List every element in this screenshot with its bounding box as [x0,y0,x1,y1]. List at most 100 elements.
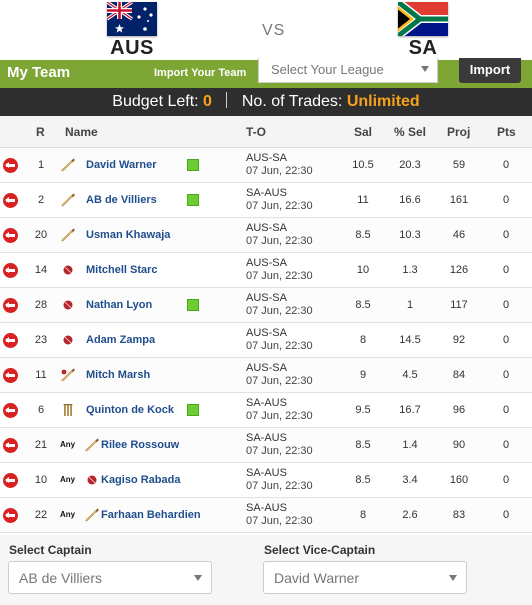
budget-left-label: Budget Left: [112,93,199,110]
player-salary: 8.5 [355,299,371,311]
team-opponent: SA-AUS 07 Jun, 22:30 [246,397,313,423]
match-time: 07 Jun, 22:30 [246,165,313,177]
remove-player-icon[interactable] [3,333,18,348]
budget-bar: Budget Left: 0 No. of Trades: Unlimited [0,88,532,116]
table-row[interactable]: 6 Quinton de Kock SA-AUS 07 Jun, 22:30 9.5 16… [0,393,532,428]
remove-player-icon[interactable] [3,228,18,243]
budget-left-value: 0 [203,93,212,110]
remove-player-icon[interactable] [3,158,18,173]
player-projected: 96 [452,404,466,416]
remove-player-icon[interactable] [3,508,18,523]
player-name-link[interactable]: Kagiso Rabada [101,474,180,486]
team-opponent: AUS-SA 07 Jun, 22:30 [246,362,313,388]
team-opponent: SA-AUS 07 Jun, 22:30 [246,467,313,493]
table-row[interactable]: 2 AB de Villiers SA-AUS 07 Jun, 22:30 11 16.6… [0,183,532,218]
player-name-link[interactable]: Mitch Marsh [86,369,150,381]
captain-select[interactable]: AB de Villiers [8,561,212,594]
vice-captain-label: Select Vice-Captain [264,543,376,557]
player-selected-percent: 16.6 [399,194,421,206]
match-time: 07 Jun, 22:30 [246,235,313,247]
player-selected-percent: 3.4 [402,474,418,486]
import-button[interactable]: Import [459,58,521,83]
any-slot-label: Any [60,475,76,484]
vice-captain-select[interactable]: David Warner [263,561,467,594]
table-row[interactable]: 22 Any Farhaan Behardien SA-AUS 07 Jun, 22:3… [0,498,532,533]
match-time: 07 Jun, 22:30 [246,410,313,422]
any-slot-label: Any [60,440,76,449]
player-points: 0 [502,439,510,451]
player-name-link[interactable]: Nathan Lyon [86,299,152,311]
player-salary: 9.5 [355,404,371,416]
player-name-link[interactable]: Farhaan Behardien [101,509,201,521]
header-pts[interactable]: Pts [497,125,516,139]
playing-status-icon [187,404,199,416]
remove-player-icon[interactable] [3,193,18,208]
player-name-link[interactable]: Rilee Rossouw [101,439,179,451]
remove-player-icon[interactable] [3,438,18,453]
cricket-ball-icon [60,332,76,348]
table-row[interactable]: 10 Any Kagiso Rabada SA-AUS 07 Jun, 22:30 8.5… [0,463,532,498]
trades-label: No. of Trades: [241,93,343,110]
player-rank: 1 [37,159,45,171]
import-team-label: Import Your Team [154,67,247,79]
player-selected-percent: 16.7 [399,404,421,416]
player-rank: 22 [34,509,48,521]
match-time: 07 Jun, 22:30 [246,270,313,282]
player-points: 0 [502,299,510,311]
player-projected: 160 [449,474,469,486]
player-points: 0 [502,404,510,416]
table-row[interactable]: 20 Usman Khawaja AUS-SA 07 Jun, 22:30 8.5 10.… [0,218,532,253]
team-opponent-code: AUS-SA [246,152,287,164]
table-row[interactable]: 21 Any Rilee Rossouw SA-AUS 07 Jun, 22:30 8.5… [0,428,532,463]
vice-captain-select-value: David Warner [274,570,360,586]
player-name-link[interactable]: AB de Villiers [86,194,157,206]
player-rank: 23 [34,334,48,346]
budget-summary: Budget Left: 0 No. of Trades: Unlimited [0,92,532,111]
header-sel[interactable]: % Sel [394,125,426,139]
table-header: R Name T-O Sal % Sel Proj Pts [0,116,532,148]
header-name[interactable]: Name [65,125,98,139]
remove-player-icon[interactable] [3,473,18,488]
team-opponent-code: SA-AUS [246,187,287,199]
player-salary: 8 [359,334,367,346]
home-team: AUS [102,0,162,58]
remove-player-icon[interactable] [3,368,18,383]
away-team-code: SA [408,37,438,59]
header-proj[interactable]: Proj [447,125,470,139]
player-points: 0 [502,229,510,241]
player-salary: 8.5 [355,474,371,486]
player-selected-percent: 2.6 [402,509,418,521]
cricket-bat-icon [84,507,100,523]
header-rank[interactable]: R [36,125,45,139]
player-name-link[interactable]: Mitchell Starc [86,264,158,276]
player-name-link[interactable]: Usman Khawaja [86,229,170,241]
team-opponent: SA-AUS 07 Jun, 22:30 [246,187,313,213]
player-name-link[interactable]: Quinton de Kock [86,404,174,416]
table-row[interactable]: 23 Adam Zampa AUS-SA 07 Jun, 22:30 8 14.5 92 0 [0,323,532,358]
remove-player-icon[interactable] [3,263,18,278]
player-name-link[interactable]: David Warner [86,159,157,171]
header-sal[interactable]: Sal [354,125,372,139]
remove-player-icon[interactable] [3,298,18,313]
team-opponent-code: SA-AUS [246,467,287,479]
player-salary: 9 [359,369,367,381]
captain-selection: Select Captain AB de Villiers Select Vic… [0,535,532,605]
league-select[interactable]: Select Your League [258,58,438,83]
player-projected: 90 [452,439,466,451]
table-row[interactable]: 28 Nathan Lyon AUS-SA 07 Jun, 22:30 8.5 1 117 0 [0,288,532,323]
cricket-ball-icon [84,472,100,488]
player-name-link[interactable]: Adam Zampa [86,334,155,346]
playing-status-icon [187,194,199,206]
player-selected-percent: 1.3 [402,264,418,276]
player-rank: 20 [34,229,48,241]
table-row[interactable]: 11 Mitch Marsh AUS-SA 07 Jun, 22:30 9 4.5 84 0 [0,358,532,393]
header-to[interactable]: T-O [246,125,266,139]
player-projected: 84 [452,369,466,381]
player-projected: 126 [449,264,469,276]
remove-player-icon[interactable] [3,403,18,418]
australia-flag-icon [107,2,157,36]
table-row[interactable]: 1 David Warner AUS-SA 07 Jun, 22:30 10.5 20.3… [0,148,532,183]
match-header: AUS VS SA [0,0,532,60]
table-row[interactable]: 14 Mitchell Starc AUS-SA 07 Jun, 22:30 10 1.3… [0,253,532,288]
versus-label: VS [262,22,286,39]
